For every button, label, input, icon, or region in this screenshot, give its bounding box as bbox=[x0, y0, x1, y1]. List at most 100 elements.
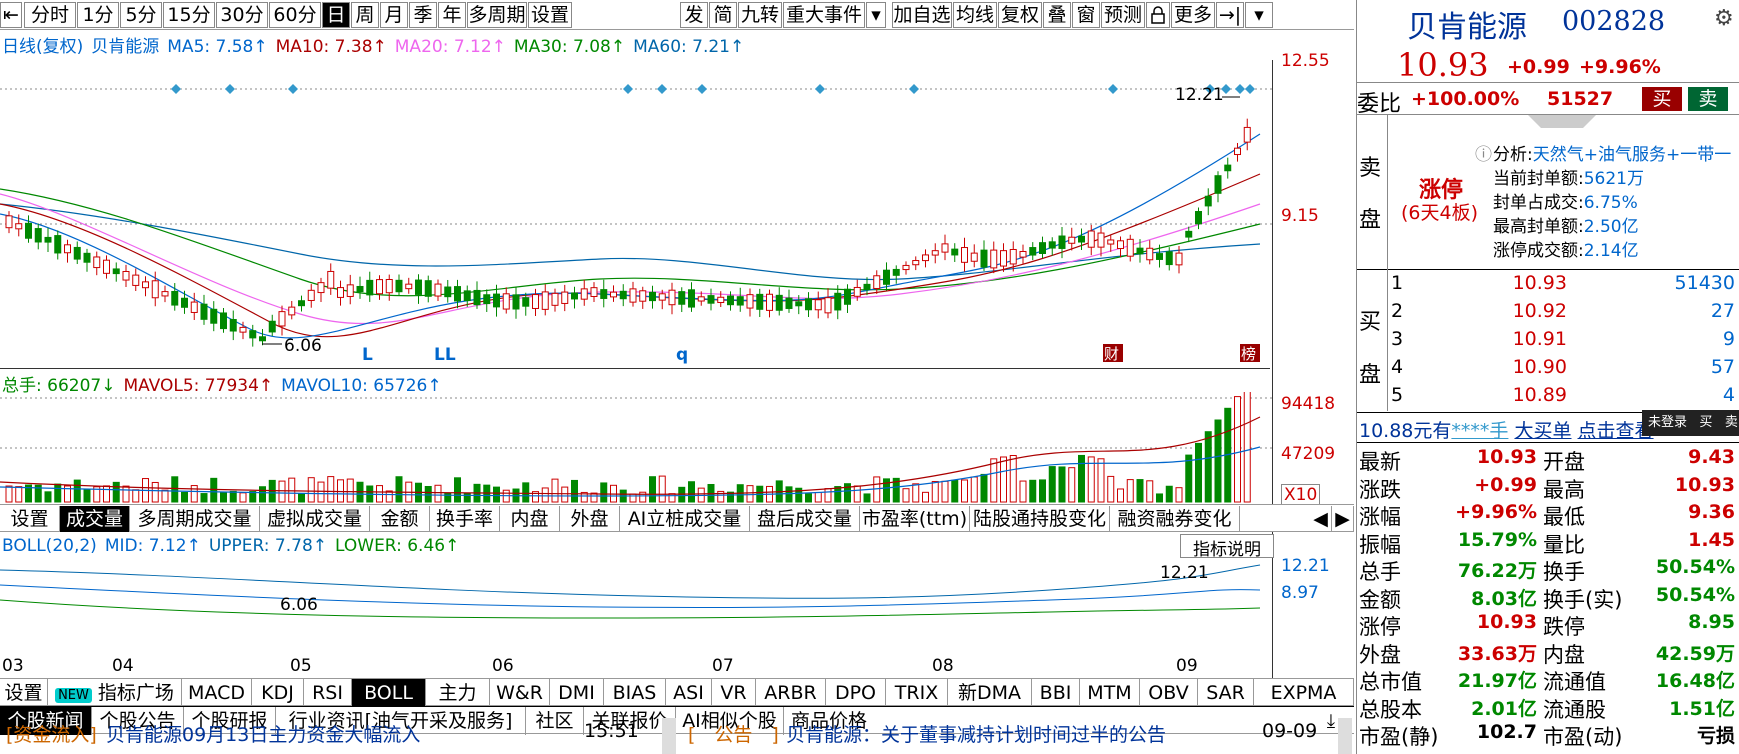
tab-ai-volume[interactable]: AI立桩成交量 bbox=[620, 506, 750, 532]
news-scrollbar[interactable] bbox=[1338, 718, 1352, 754]
event-marker[interactable] bbox=[288, 84, 298, 94]
bid-row[interactable]: 2 10.92 27 bbox=[1357, 300, 1739, 326]
event-marker[interactable] bbox=[1245, 84, 1255, 94]
ind-macd[interactable]: MACD bbox=[182, 679, 252, 707]
tab-amount[interactable]: 金额 bbox=[370, 506, 430, 532]
more-dropdown-icon[interactable]: ▾ bbox=[1245, 2, 1273, 28]
tab-turnover[interactable]: 换手率 bbox=[430, 506, 500, 532]
ind-boll[interactable]: BOLL bbox=[352, 679, 426, 707]
event-marker[interactable] bbox=[657, 84, 667, 94]
tab-northbound[interactable]: 陆股通持股变化 bbox=[970, 506, 1110, 532]
tab-multi-volume[interactable]: 多周期成交量 bbox=[130, 506, 260, 532]
bid-row[interactable]: 3 10.91 9 bbox=[1357, 328, 1739, 354]
event-marker[interactable] bbox=[909, 84, 919, 94]
period-15min[interactable]: 15分 bbox=[163, 2, 215, 28]
tool-jiuzhuan[interactable]: 九转 bbox=[738, 2, 782, 28]
ind-expma[interactable]: EXPMA bbox=[1254, 679, 1354, 707]
news-title[interactable]: 贝肯能源09月13日主力资金大幅流入 bbox=[106, 720, 420, 747]
tool-more[interactable]: 更多 bbox=[1171, 2, 1215, 28]
ind-arbr[interactable]: ARBR bbox=[756, 679, 826, 707]
scroll-left-icon[interactable]: ◀ bbox=[1310, 506, 1332, 532]
period-week[interactable]: 周 bbox=[351, 2, 379, 28]
tool-overlay[interactable]: 叠 bbox=[1043, 2, 1071, 28]
chevron-down-icon[interactable]: ▾ bbox=[866, 2, 886, 28]
period-settings[interactable]: 设置 bbox=[528, 2, 572, 28]
event-marker[interactable] bbox=[697, 84, 707, 94]
lock-icon[interactable] bbox=[1146, 2, 1170, 28]
ind-bbi[interactable]: BBI bbox=[1032, 679, 1080, 707]
tool-forecast[interactable]: 预测 bbox=[1101, 2, 1145, 28]
sell-button[interactable]: 卖 bbox=[1688, 87, 1728, 111]
period-1min[interactable]: 1分 bbox=[77, 2, 119, 28]
event-marker[interactable] bbox=[171, 84, 181, 94]
period-multi[interactable]: 多周期 bbox=[467, 2, 527, 28]
news-item[interactable]: [资金流入] 贝肯能源09月13日主力资金大幅流入 15:51 bbox=[0, 720, 660, 750]
boll-chart[interactable]: 12.21 6.06 bbox=[0, 560, 1272, 655]
ind-newdma[interactable]: 新DMA bbox=[948, 679, 1032, 707]
login-bar[interactable]: 未登录 买 卖 bbox=[1642, 410, 1739, 436]
login-sell[interactable]: 卖 bbox=[1725, 415, 1738, 430]
news-title[interactable]: 贝肯能源：关于董事减持计划时间过半的公告 bbox=[786, 720, 1166, 747]
info-icon[interactable]: ⓘ bbox=[1475, 140, 1492, 165]
tool-add-watch[interactable]: 加自选 bbox=[892, 2, 952, 28]
period-30min[interactable]: 30分 bbox=[216, 2, 268, 28]
period-5min[interactable]: 5分 bbox=[120, 2, 162, 28]
back-icon[interactable]: ⇤ bbox=[0, 2, 22, 28]
badge-finance[interactable]: 财 bbox=[1104, 345, 1119, 363]
event-marker[interactable] bbox=[225, 84, 235, 94]
ind-mtm[interactable]: MTM bbox=[1080, 679, 1140, 707]
tool-window[interactable]: 窗 bbox=[1072, 2, 1100, 28]
tab-virtual-volume[interactable]: 虚拟成交量 bbox=[260, 506, 370, 532]
ind-vr[interactable]: VR bbox=[712, 679, 756, 707]
tool-jian[interactable]: 简 bbox=[709, 2, 737, 28]
indicator-explain-button[interactable]: 指标说明 bbox=[1180, 534, 1274, 560]
ind-kdj[interactable]: KDJ bbox=[252, 679, 304, 707]
event-marker[interactable] bbox=[1235, 84, 1245, 94]
bid-row[interactable]: 5 10.89 4 bbox=[1357, 384, 1739, 410]
ind-asi[interactable]: ASI bbox=[666, 679, 712, 707]
ind-sar[interactable]: SAR bbox=[1198, 679, 1254, 707]
big-order-link[interactable]: 大买单 bbox=[1514, 420, 1571, 442]
tab-volume[interactable]: 成交量 bbox=[60, 506, 130, 532]
bid-row[interactable]: 4 10.90 57 bbox=[1357, 356, 1739, 382]
event-marker[interactable] bbox=[623, 84, 633, 94]
tab-margin[interactable]: 融资融券变化 bbox=[1110, 506, 1240, 532]
period-season[interactable]: 季 bbox=[409, 2, 437, 28]
badge-list[interactable]: 榜 bbox=[1241, 345, 1256, 363]
period-month[interactable]: 月 bbox=[380, 2, 408, 28]
ind-obv[interactable]: OBV bbox=[1140, 679, 1198, 707]
ind-trix[interactable]: TRIX bbox=[886, 679, 948, 707]
ind-rsi[interactable]: RSI bbox=[304, 679, 352, 707]
login-buy[interactable]: 买 bbox=[1699, 415, 1712, 430]
tab-pe-ttm[interactable]: 市盈率(ttm) bbox=[860, 506, 970, 532]
ind-main[interactable]: 主力 bbox=[426, 679, 490, 707]
analysis-value[interactable]: 天然气+油气服务+一带一 bbox=[1533, 145, 1732, 165]
ind-dpo[interactable]: DPO bbox=[826, 679, 886, 707]
scroll-right-icon[interactable]: ▶ bbox=[1332, 506, 1354, 532]
login-status[interactable]: 未登录 bbox=[1648, 415, 1687, 430]
period-year[interactable]: 年 bbox=[438, 2, 466, 28]
kline-chart[interactable]: 12.21 6.06 L LL q 财 榜 bbox=[0, 54, 1272, 364]
tab-inner[interactable]: 内盘 bbox=[500, 506, 560, 532]
ind-bias[interactable]: BIAS bbox=[604, 679, 666, 707]
big-order-row[interactable]: 10.88元有****手 大买单 点击查看 bbox=[1359, 416, 1654, 443]
buy-button[interactable]: 买 bbox=[1642, 87, 1682, 111]
news-item[interactable]: [ 公告 ] 贝肯能源：关于董事减持计划时间过半的公告 09-09 bbox=[684, 720, 1344, 750]
gear-icon[interactable]: ⚙ bbox=[1714, 6, 1734, 31]
tool-major-events[interactable]: 重大事件 bbox=[783, 2, 865, 28]
ind-dmi[interactable]: DMI bbox=[550, 679, 604, 707]
indicator-settings[interactable]: 设置 bbox=[0, 679, 48, 707]
tool-ma[interactable]: 均线 bbox=[953, 2, 997, 28]
news-scrollbar[interactable] bbox=[662, 718, 676, 754]
event-marker[interactable] bbox=[1108, 84, 1118, 94]
event-marker[interactable] bbox=[815, 84, 825, 94]
bid-row[interactable]: 1 10.93 51430 bbox=[1357, 272, 1739, 298]
volume-chart[interactable] bbox=[0, 392, 1272, 504]
collapse-tab[interactable] bbox=[1527, 114, 1597, 128]
period-fenshi[interactable]: 分时 bbox=[24, 2, 76, 28]
tab-outer[interactable]: 外盘 bbox=[560, 506, 620, 532]
tab-after-hours[interactable]: 盘后成交量 bbox=[750, 506, 860, 532]
period-60min[interactable]: 60分 bbox=[269, 2, 321, 28]
tool-fa[interactable]: 发 bbox=[680, 2, 708, 28]
collapse-right-icon[interactable]: →| bbox=[1216, 2, 1244, 28]
